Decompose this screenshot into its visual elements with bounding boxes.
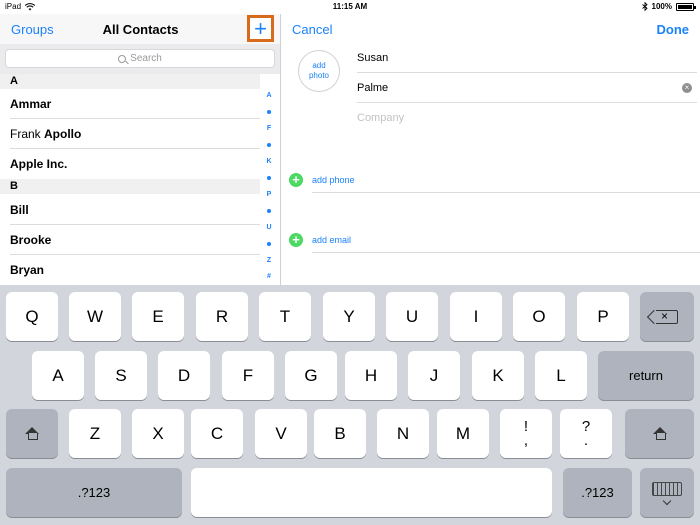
battery-percent: 100% [651, 2, 672, 11]
divider [312, 192, 700, 193]
add-photo-label: add photo [308, 61, 330, 80]
key-a[interactable]: A [32, 351, 84, 400]
key-i[interactable]: I [450, 292, 502, 341]
contacts-nav-bar: Groups All Contacts + [0, 14, 280, 44]
search-icon [118, 54, 127, 63]
search-bar: Search [0, 44, 280, 74]
add-green-icon: + [289, 173, 303, 187]
add-email-button[interactable]: + add email [289, 230, 351, 250]
list-item[interactable]: Brooke [0, 225, 260, 255]
key-r[interactable]: R [196, 292, 248, 341]
list-item[interactable]: Ammar [0, 89, 260, 119]
key-o[interactable]: O [513, 292, 565, 341]
clock: 11:15 AM [332, 2, 368, 11]
key-q[interactable]: Q [6, 292, 58, 341]
page-title: All Contacts [102, 22, 179, 37]
add-contact-button[interactable]: + [247, 15, 274, 42]
status-bar: iPad 11:15 AM 100% [0, 0, 700, 14]
return-key[interactable]: return [598, 351, 694, 400]
key-x[interactable]: X [132, 409, 184, 458]
key-s[interactable]: S [95, 351, 147, 400]
index-letter[interactable]: P [262, 186, 276, 203]
index-letter[interactable]: K [262, 153, 276, 170]
divider [312, 252, 700, 253]
key-z[interactable]: Z [69, 409, 121, 458]
backspace-icon: × [656, 309, 678, 324]
numbers-key-left[interactable]: .?123 [6, 468, 182, 517]
index-letter[interactable]: # [262, 269, 276, 286]
add-photo-button[interactable]: add photo [298, 50, 340, 92]
section-index[interactable]: A F K P U Z # [262, 87, 276, 285]
key-h[interactable]: H [345, 351, 397, 400]
index-letter[interactable]: Z [262, 252, 276, 269]
index-dot-icon [267, 142, 271, 147]
index-dot-icon [267, 175, 271, 180]
key-u[interactable]: U [386, 292, 438, 341]
index-dot-icon [267, 208, 271, 213]
index-dot[interactable] [262, 137, 276, 154]
space-key[interactable] [191, 468, 552, 517]
hide-keyboard-key[interactable] [640, 468, 694, 517]
key-c[interactable]: C [191, 409, 243, 458]
done-button[interactable]: Done [657, 22, 690, 37]
list-item[interactable]: Apple Inc. [0, 149, 260, 179]
company-field[interactable]: Company [357, 103, 697, 133]
key-v[interactable]: V [255, 409, 307, 458]
key-d[interactable]: D [158, 351, 210, 400]
key-f[interactable]: F [222, 351, 274, 400]
key-j[interactable]: J [408, 351, 460, 400]
numbers-key-right[interactable]: .?123 [563, 468, 632, 517]
key-g[interactable]: G [285, 351, 337, 400]
shift-key-right[interactable] [625, 409, 694, 458]
index-letter[interactable]: A [262, 87, 276, 104]
index-letter[interactable]: U [262, 219, 276, 236]
section-header-b: B [0, 179, 260, 194]
shift-icon [652, 426, 667, 441]
key-k[interactable]: K [472, 351, 524, 400]
list-item[interactable]: Frank Apollo [0, 119, 260, 149]
shift-icon [25, 426, 39, 441]
index-dot-icon [267, 109, 271, 114]
key-w[interactable]: W [69, 292, 121, 341]
battery-icon [676, 2, 696, 11]
plus-icon: + [254, 15, 267, 41]
search-placeholder: Search [130, 53, 162, 64]
search-input[interactable]: Search [5, 49, 275, 68]
key-b[interactable]: B [314, 409, 366, 458]
key-p[interactable]: P [577, 292, 629, 341]
first-name-field[interactable]: Susan [357, 43, 697, 73]
add-green-icon: + [289, 233, 303, 247]
key-e[interactable]: E [132, 292, 184, 341]
key-exclaim-comma[interactable]: ! , [500, 409, 552, 458]
backspace-key[interactable]: × [640, 292, 694, 341]
key-l[interactable]: L [535, 351, 587, 400]
index-letter[interactable]: F [262, 120, 276, 137]
new-contact-pane: Cancel Done add photo Susan Palme × Comp… [282, 14, 700, 285]
clear-icon[interactable]: × [682, 83, 692, 93]
key-m[interactable]: M [437, 409, 489, 458]
key-t[interactable]: T [259, 292, 311, 341]
key-n[interactable]: N [377, 409, 429, 458]
index-dot[interactable] [262, 170, 276, 187]
list-item[interactable]: Bill [0, 195, 260, 225]
index-dot[interactable] [262, 104, 276, 121]
keyboard-dismiss-icon [652, 481, 682, 505]
index-dot[interactable] [262, 203, 276, 220]
index-dot-icon [267, 241, 271, 246]
add-phone-button[interactable]: + add phone [289, 170, 355, 190]
contacts-list-pane: Groups All Contacts + Search A Ammar Fra… [0, 14, 281, 285]
list-item[interactable]: Bryan [0, 255, 260, 285]
section-header-a: A [0, 74, 260, 89]
bluetooth-icon [641, 2, 648, 11]
key-question-period[interactable]: ? . [560, 409, 612, 458]
shift-key-left[interactable] [6, 409, 58, 458]
key-y[interactable]: Y [323, 292, 375, 341]
keyboard: Q W E R T Y U I O P × A S D F G H J K L … [0, 285, 700, 525]
last-name-field[interactable]: Palme × [357, 73, 697, 103]
index-dot[interactable] [262, 236, 276, 253]
editor-nav-bar: Cancel Done [282, 14, 700, 44]
cancel-button[interactable]: Cancel [292, 22, 332, 37]
